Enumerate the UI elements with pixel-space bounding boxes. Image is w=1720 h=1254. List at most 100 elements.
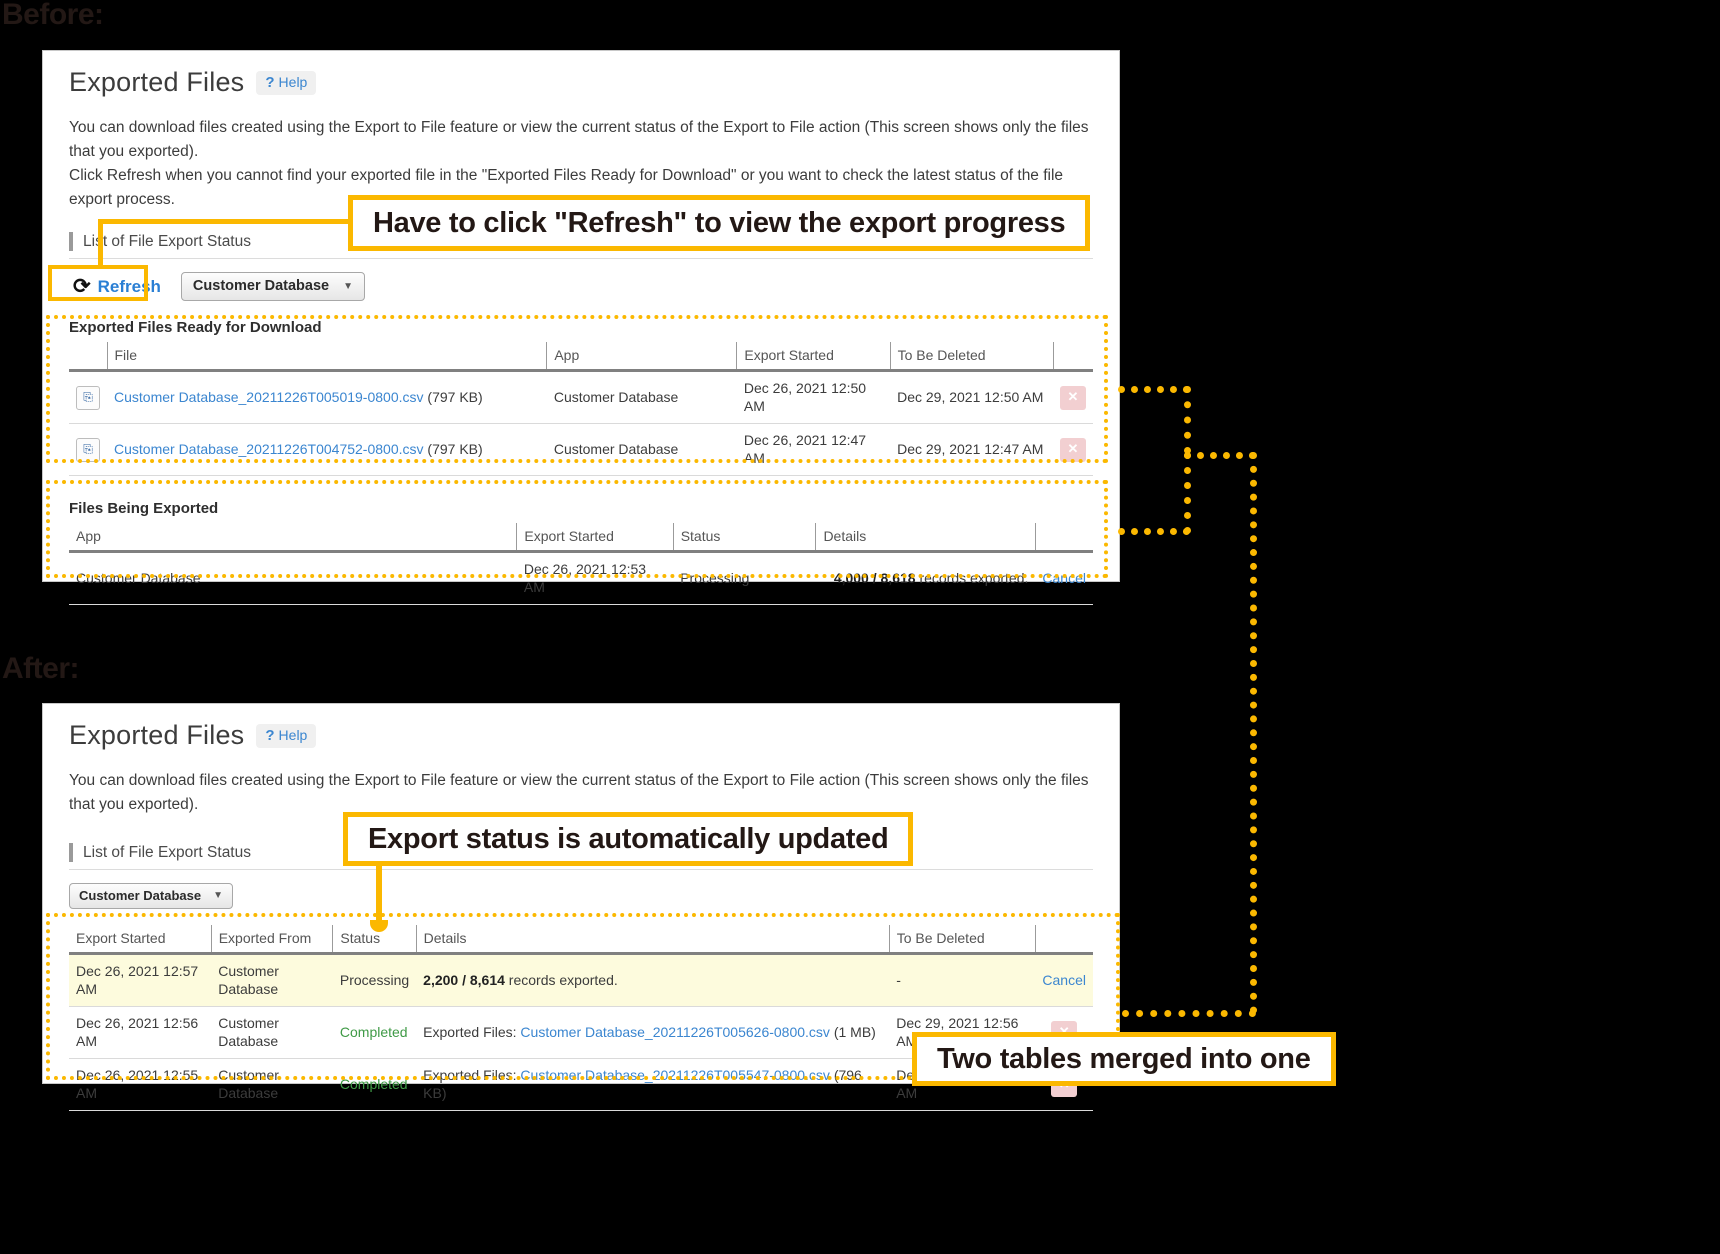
page-title: Exported Files <box>69 67 245 97</box>
help-label: Help <box>278 74 308 90</box>
file-size: (797 KB) <box>427 440 483 457</box>
column-header-app: App <box>69 523 517 554</box>
sub-header-bar <box>69 843 73 863</box>
to-be-deleted-cell: Dec 29, 2021 12:50 AM <box>890 370 1053 425</box>
details-cell: Exported Files: Customer Database_202112… <box>416 1058 890 1112</box>
after-toolbar: Customer Database ▼ <box>69 883 1093 910</box>
status-cell: Completed <box>332 1058 417 1112</box>
export-started-cell: Dec 26, 2021 12:47 AM <box>736 423 891 477</box>
table-header-row: Export Started Exported From Status Deta… <box>69 925 1093 956</box>
callout-refresh-leg-horizontal <box>98 219 353 224</box>
table-row: Customer Database Dec 26, 2021 12:53 AM Pr… <box>69 551 1093 606</box>
exported-from-cell: Customer Database <box>211 1006 333 1060</box>
connector-segment-6 <box>1118 528 1190 535</box>
callout-refresh: Have to click "Refresh" to view the expo… <box>348 195 1091 251</box>
delete-cell: ✕ <box>1053 423 1093 477</box>
download-icon[interactable]: ⎘ <box>76 437 100 462</box>
sub-header-bar <box>69 232 73 252</box>
records-progress: 4,000 / 8,618 <box>833 569 916 586</box>
to-be-deleted-cell: Dec 29, 2021 12:47 AM <box>890 423 1053 477</box>
details-size: (1 MB) <box>829 1023 876 1040</box>
delete-icon[interactable]: ✕ <box>1060 385 1086 410</box>
app-cell: Customer Database <box>546 370 737 425</box>
description-line-1: You can download files created using the… <box>69 772 1089 814</box>
details-prefix: Exported Files: <box>423 1067 521 1084</box>
app-cell: Customer Database <box>69 551 517 606</box>
before-screenshot-panel: Exported Files ? Help You can download f… <box>42 50 1120 606</box>
column-header-actions <box>1052 342 1093 373</box>
delete-icon[interactable]: ✕ <box>1060 437 1086 462</box>
connector-segment-4 <box>1250 452 1257 1014</box>
table-header-row: File App Export Started To Be Deleted <box>69 342 1093 373</box>
export-started-cell: Dec 26, 2021 12:55 AM <box>69 1058 212 1112</box>
callout-refresh-leg-vertical <box>98 219 103 269</box>
exported-file-link[interactable]: Customer Database_20211226T005547-0800.c… <box>520 1067 830 1083</box>
column-header-to-be-deleted: To Be Deleted <box>889 342 1053 373</box>
after-screenshot-panel: Exported Files ? Help You can download f… <box>42 703 1120 1112</box>
app-select-dropdown[interactable]: Customer Database ▼ <box>69 883 234 910</box>
exported-from-cell: Customer Database <box>211 953 333 1008</box>
app-cell: Customer Database <box>546 423 737 477</box>
help-label: Help <box>278 727 308 743</box>
refresh-icon: ⟳ <box>73 275 91 299</box>
column-header-exported-from: Exported From <box>210 925 333 956</box>
file-cell: Customer Database_20211226T004752-0800.c… <box>107 423 547 477</box>
cancel-link[interactable]: Cancel <box>1042 570 1086 586</box>
help-button[interactable]: ? Help <box>256 70 317 95</box>
column-header-actions <box>1034 925 1093 956</box>
details-cell: 2,200 / 8,614 records exported. <box>416 953 890 1008</box>
action-cell: Cancel <box>1035 953 1093 1008</box>
before-page-header: Exported Files ? Help <box>69 67 1093 98</box>
ready-group-title: Exported Files Ready for Download <box>69 319 322 337</box>
column-header-details: Details <box>815 523 1036 554</box>
ready-files-table: File App Export Started To Be Deleted ⎘ C… <box>69 342 1093 477</box>
status-cell: Processing <box>332 953 417 1008</box>
app-select-dropdown[interactable]: Customer Database ▼ <box>180 272 366 302</box>
action-cell: Cancel <box>1035 551 1093 606</box>
details-prefix: Exported Files: <box>423 1023 521 1040</box>
column-header-status: Status <box>672 523 816 554</box>
to-be-deleted-cell: - <box>889 953 1036 1008</box>
column-header-app: App <box>546 342 737 373</box>
app-select-value: Customer Database <box>192 278 330 295</box>
status-cell: Completed <box>332 1006 417 1060</box>
app-select-value: Customer Database <box>79 888 202 904</box>
export-started-cell: Dec 26, 2021 12:50 AM <box>736 370 891 425</box>
records-label: records exported. <box>915 569 1029 586</box>
before-section-label: Before: <box>2 0 104 31</box>
page-title: Exported Files <box>69 720 245 750</box>
column-header-export-started: Export Started <box>736 342 891 373</box>
details-cell: 4,000 / 8,618 records exported. <box>815 551 1036 606</box>
column-header-icon <box>69 342 107 373</box>
exported-from-cell: Customer Database <box>211 1058 333 1112</box>
after-section-label: After: <box>2 652 80 685</box>
download-icon[interactable]: ⎘ <box>76 385 100 410</box>
refresh-button[interactable]: ⟳ Refresh <box>69 274 165 299</box>
file-link[interactable]: Customer Database_20211226T005019-0800.c… <box>114 389 424 405</box>
status-cell: Processing <box>673 551 816 606</box>
details-cell: Exported Files: Customer Database_202112… <box>416 1006 890 1060</box>
exported-file-link[interactable]: Customer Database_20211226T005626-0800.c… <box>520 1024 830 1040</box>
file-link[interactable]: Customer Database_20211226T004752-0800.c… <box>114 441 424 457</box>
export-started-cell: Dec 26, 2021 12:57 AM <box>69 953 212 1008</box>
file-size: (797 KB) <box>427 388 483 405</box>
export-started-cell: Dec 26, 2021 12:56 AM <box>69 1006 212 1060</box>
table-row: ⎘ Customer Database_20211226T005019-0800.… <box>69 370 1093 425</box>
records-progress: 2,200 / 8,614 <box>423 971 505 988</box>
export-started-cell: Dec 26, 2021 12:53 AM <box>516 551 674 606</box>
files-being-exported-table: App Export Started Status Details Custom… <box>69 523 1093 606</box>
download-cell: ⎘ <box>69 370 107 425</box>
description-line-1: You can download files created using the… <box>69 119 1089 161</box>
connector-segment-3 <box>1184 452 1256 459</box>
column-header-to-be-deleted: To Be Deleted <box>888 925 1036 956</box>
help-button[interactable]: ? Help <box>256 723 317 748</box>
download-cell: ⎘ <box>69 423 107 477</box>
question-mark-icon: ? <box>265 726 275 744</box>
refresh-label: Refresh <box>97 276 161 296</box>
connector-segment-5 <box>1122 1010 1256 1017</box>
callout-merged-tables: Two tables merged into one <box>912 1032 1336 1086</box>
cancel-link[interactable]: Cancel <box>1042 972 1086 988</box>
question-mark-icon: ? <box>265 73 275 91</box>
sub-header-label: List of File Export Status <box>83 843 251 861</box>
after-page-header: Exported Files ? Help <box>69 720 1093 751</box>
